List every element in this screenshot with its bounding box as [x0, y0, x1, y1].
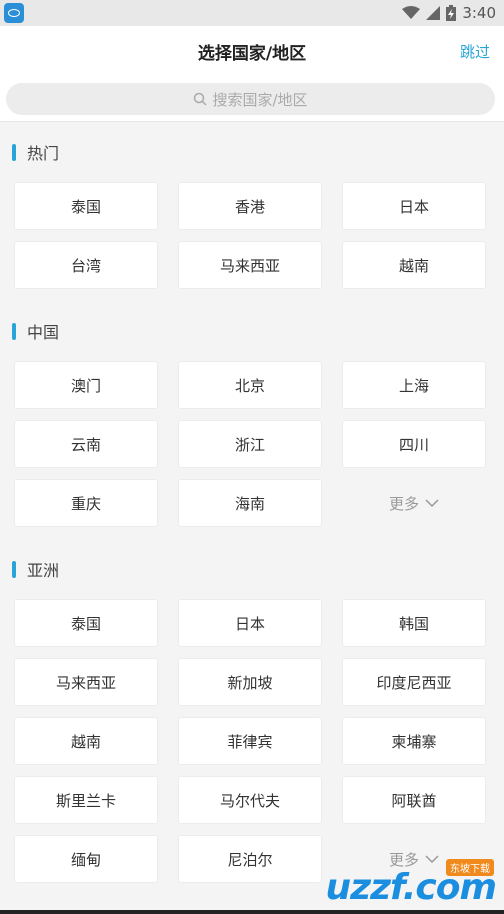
region-button[interactable]: 台湾: [14, 241, 158, 289]
watermark-logo: uzzf.com 东坡下载: [326, 859, 497, 908]
search-icon: [194, 92, 207, 106]
section-hot: 热门 泰国 香港 日本 台湾 马来西亚 越南: [0, 122, 504, 289]
region-button[interactable]: 斯里兰卡: [14, 776, 158, 824]
region-button[interactable]: 阿联酋: [342, 776, 486, 824]
status-right: 3:40: [402, 4, 496, 22]
watermark-badge: 东坡下载: [446, 859, 494, 876]
region-button[interactable]: 海南: [178, 479, 322, 527]
section-header: 中国: [0, 301, 504, 361]
region-button[interactable]: 缅甸: [14, 835, 158, 883]
section-marker: [12, 143, 16, 161]
region-button[interactable]: 泰国: [14, 182, 158, 230]
region-button[interactable]: 马来西亚: [178, 241, 322, 289]
region-button[interactable]: 澳门: [14, 361, 158, 409]
more-button[interactable]: 更多: [342, 479, 486, 527]
section-marker: [12, 560, 16, 578]
nav-bar: 选择国家/地区 跳过: [0, 26, 504, 76]
region-button[interactable]: 日本: [178, 599, 322, 647]
chevron-down-icon: [425, 855, 439, 863]
section-asia: 亚洲 泰国 日本 韩国 马来西亚 新加坡 印度尼西亚 越南 菲律宾 柬埔寨 斯里…: [0, 539, 504, 883]
more-label: 更多: [388, 494, 419, 513]
region-button[interactable]: 柬埔寨: [342, 717, 486, 765]
region-list[interactable]: 热门 泰国 香港 日本 台湾 马来西亚 越南 中国 澳门 北京 上海 云南 浙江…: [0, 122, 504, 914]
region-button[interactable]: 印度尼西亚: [342, 658, 486, 706]
section-header: 热门: [0, 122, 504, 182]
region-button[interactable]: 马尔代夫: [178, 776, 322, 824]
search-placeholder: 搜索国家/地区: [212, 90, 308, 109]
battery-charging-icon: [446, 5, 457, 21]
region-button[interactable]: 上海: [342, 361, 486, 409]
search-input[interactable]: 搜索国家/地区: [6, 83, 495, 115]
region-button[interactable]: 越南: [342, 241, 486, 289]
region-button[interactable]: 菲律宾: [178, 717, 322, 765]
bottom-edge: [0, 910, 504, 914]
wifi-icon: [402, 6, 421, 19]
region-button[interactable]: 韩国: [342, 599, 486, 647]
section-header: 亚洲: [0, 539, 504, 599]
region-button[interactable]: 香港: [178, 182, 322, 230]
region-button[interactable]: 北京: [178, 361, 322, 409]
section-title: 热门: [27, 144, 60, 163]
region-button[interactable]: 重庆: [14, 479, 158, 527]
region-grid: 泰国 香港 日本 台湾 马来西亚 越南: [0, 182, 504, 289]
region-button[interactable]: 四川: [342, 420, 486, 468]
section-title: 中国: [27, 323, 60, 342]
region-button[interactable]: 云南: [14, 420, 158, 468]
region-button[interactable]: 泰国: [14, 599, 158, 647]
clock: 3:40: [462, 4, 496, 22]
region-button[interactable]: 越南: [14, 717, 158, 765]
page-title: 选择国家/地区: [197, 43, 307, 64]
skip-button[interactable]: 跳过: [460, 41, 490, 62]
region-button[interactable]: 浙江: [178, 420, 322, 468]
search-area: 搜索国家/地区: [0, 76, 504, 122]
region-button[interactable]: 日本: [342, 182, 486, 230]
region-button[interactable]: 马来西亚: [14, 658, 158, 706]
section-title: 亚洲: [27, 561, 60, 580]
region-grid: 澳门 北京 上海 云南 浙江 四川 重庆 海南 更多: [0, 361, 504, 527]
status-bar: 3:40: [0, 0, 504, 26]
section-marker: [12, 322, 16, 340]
section-china: 中国 澳门 北京 上海 云南 浙江 四川 重庆 海南 更多: [0, 301, 504, 527]
region-button[interactable]: 尼泊尔: [178, 835, 322, 883]
app-notification-icon: [4, 3, 24, 23]
region-button[interactable]: 新加坡: [178, 658, 322, 706]
region-grid: 泰国 日本 韩国 马来西亚 新加坡 印度尼西亚 越南 菲律宾 柬埔寨 斯里兰卡 …: [0, 599, 504, 883]
chevron-down-icon: [425, 499, 439, 507]
signal-icon: [426, 6, 441, 20]
